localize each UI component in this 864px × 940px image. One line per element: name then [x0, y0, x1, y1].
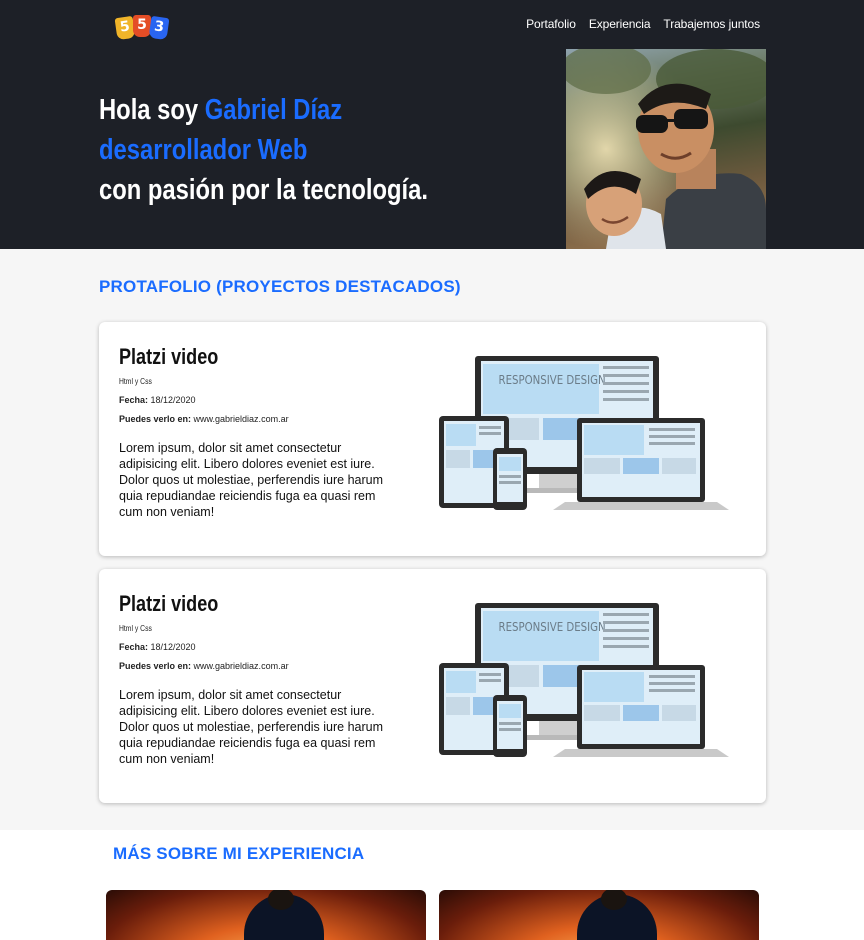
nav-trabajemos-juntos[interactable]: Trabajemos juntos [663, 17, 760, 31]
nav-portafolio[interactable]: Portafolio [526, 17, 576, 31]
project-card[interactable]: Platzi video Html y Css Fecha: 18/12/202… [99, 569, 766, 803]
project-date: Fecha: 18/12/2020 [119, 395, 196, 405]
hero-greeting: Hola soy [99, 94, 205, 126]
project-description: Lorem ipsum, dolor sit amet consectetur … [119, 441, 384, 519]
hero-role: desarrollador Web [99, 134, 308, 166]
hero-tagline: con pasión por la tecnología. [99, 174, 428, 206]
project-title: Platzi video [119, 344, 219, 369]
project-tech: Html y Css [119, 624, 152, 633]
image-text-2: RESPONSIVE DESIGN [499, 620, 606, 634]
site-header: 5 5 3 Portafolio Experiencia Trabajemos … [0, 0, 864, 249]
portfolio-section: PROTAFOLIO (PROYECTOS DESTACADOS) Platzi… [0, 249, 864, 830]
project-tech: Html y Css [119, 377, 152, 386]
css3-badge-icon: 3 [148, 15, 170, 41]
html-js-css-logo-icon[interactable]: 5 5 3 [114, 15, 170, 43]
project-link: Puedes verlo en: www.gabrieldiaz.com.ar [119, 414, 289, 424]
project-link-url[interactable]: www.gabrieldiaz.com.ar [191, 661, 289, 671]
javascript-badge-icon: 5 [133, 15, 151, 37]
image-text-1: RESPONSIVE DESIGN [499, 373, 606, 387]
responsive-design-image: RESPONSIVE DESIGN [439, 603, 729, 757]
project-date-value: 18/12/2020 [148, 642, 196, 652]
project-link-label: Puedes verlo en: [119, 414, 192, 424]
project-date-label: Fecha: [119, 642, 149, 652]
project-link-label: Puedes verlo en: [119, 661, 192, 671]
profile-photo [566, 49, 766, 249]
portfolio-title: PROTAFOLIO (PROYECTOS DESTACADOS) [99, 277, 461, 296]
hero-headline: Hola soy Gabriel Díaz desarrollador Web … [99, 90, 428, 210]
main-nav: Portafolio Experiencia Trabajemos juntos [526, 17, 760, 31]
project-link: Puedes verlo en: www.gabrieldiaz.com.ar [119, 661, 289, 671]
project-title: Platzi video [119, 591, 219, 616]
responsive-design-image: RESPONSIVE DESIGN [439, 356, 729, 510]
project-description: Lorem ipsum, dolor sit amet consectetur … [119, 688, 384, 766]
project-link-url[interactable]: www.gabrieldiaz.com.ar [191, 414, 289, 424]
project-date: Fecha: 18/12/2020 [119, 642, 196, 652]
project-date-label: Fecha: [119, 395, 149, 405]
project-date-value: 18/12/2020 [148, 395, 196, 405]
experience-card[interactable] [106, 890, 426, 940]
experience-section: MÁS SOBRE MI EXPERIENCIA [0, 830, 864, 940]
project-card[interactable]: Platzi video Html y Css Fecha: 18/12/202… [99, 322, 766, 556]
experience-card[interactable] [439, 890, 759, 940]
experience-title: MÁS SOBRE MI EXPERIENCIA [113, 844, 365, 863]
nav-experiencia[interactable]: Experiencia [589, 17, 651, 31]
hero-name: Gabriel Díaz [204, 94, 343, 126]
